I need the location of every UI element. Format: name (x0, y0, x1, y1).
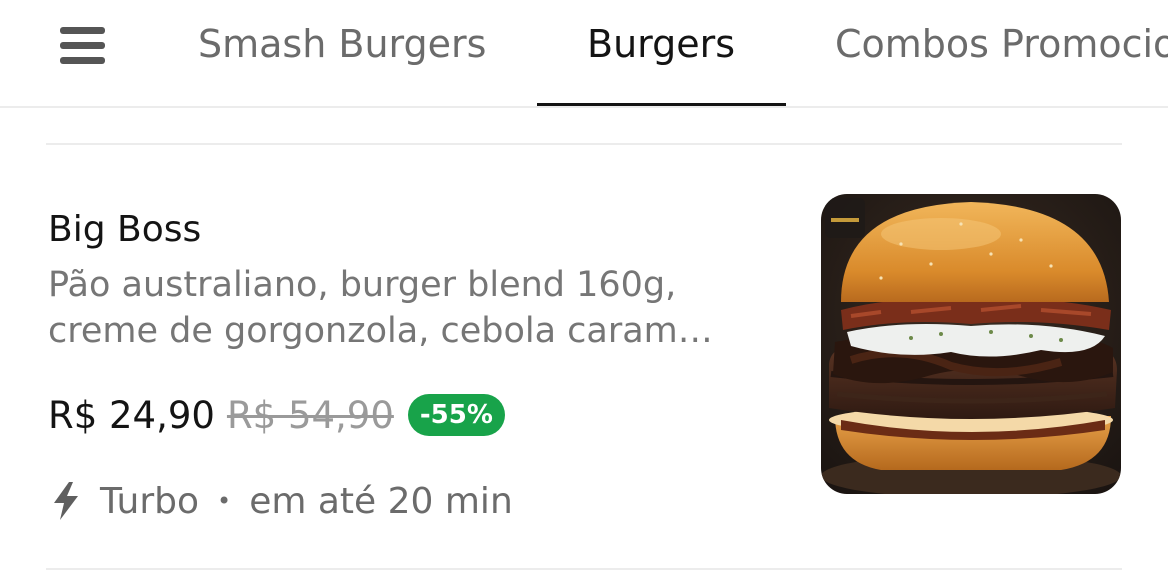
divider (46, 143, 1122, 145)
menu-icon[interactable] (58, 26, 108, 66)
description-line: creme de gorgonzola, cebola caram… (48, 311, 713, 351)
delivery-time: em até 20 min (249, 480, 513, 522)
current-price: R$ 24,90 (48, 393, 215, 437)
burger-photo (821, 194, 1121, 494)
product-name: Big Boss (48, 209, 202, 250)
separator-dot: • (217, 487, 232, 515)
product-description: Pão australiano, burger blend 160g, crem… (48, 262, 788, 354)
active-tab-indicator (537, 103, 786, 106)
price-row: R$ 24,90 R$ 54,90 -55% (48, 390, 505, 440)
description-line: Pão australiano, burger blend 160g, (48, 265, 677, 305)
lightning-bolt-icon (54, 482, 78, 520)
tab-smash-burgers[interactable]: Smash Burgers (198, 18, 486, 70)
delivery-mode: Turbo (100, 480, 200, 522)
original-price: R$ 54,90 (226, 393, 394, 437)
discount-badge: -55% (407, 394, 505, 436)
product-image[interactable] (821, 194, 1121, 494)
divider (46, 568, 1122, 570)
category-tab-bar: Smash Burgers Burgers Combos Promocionai… (0, 0, 1168, 108)
tab-combos-promocionais[interactable]: Combos Promocionais (835, 18, 1168, 70)
delivery-info: Turbo • em até 20 min (50, 476, 513, 526)
tab-burgers[interactable]: Burgers (587, 18, 735, 70)
